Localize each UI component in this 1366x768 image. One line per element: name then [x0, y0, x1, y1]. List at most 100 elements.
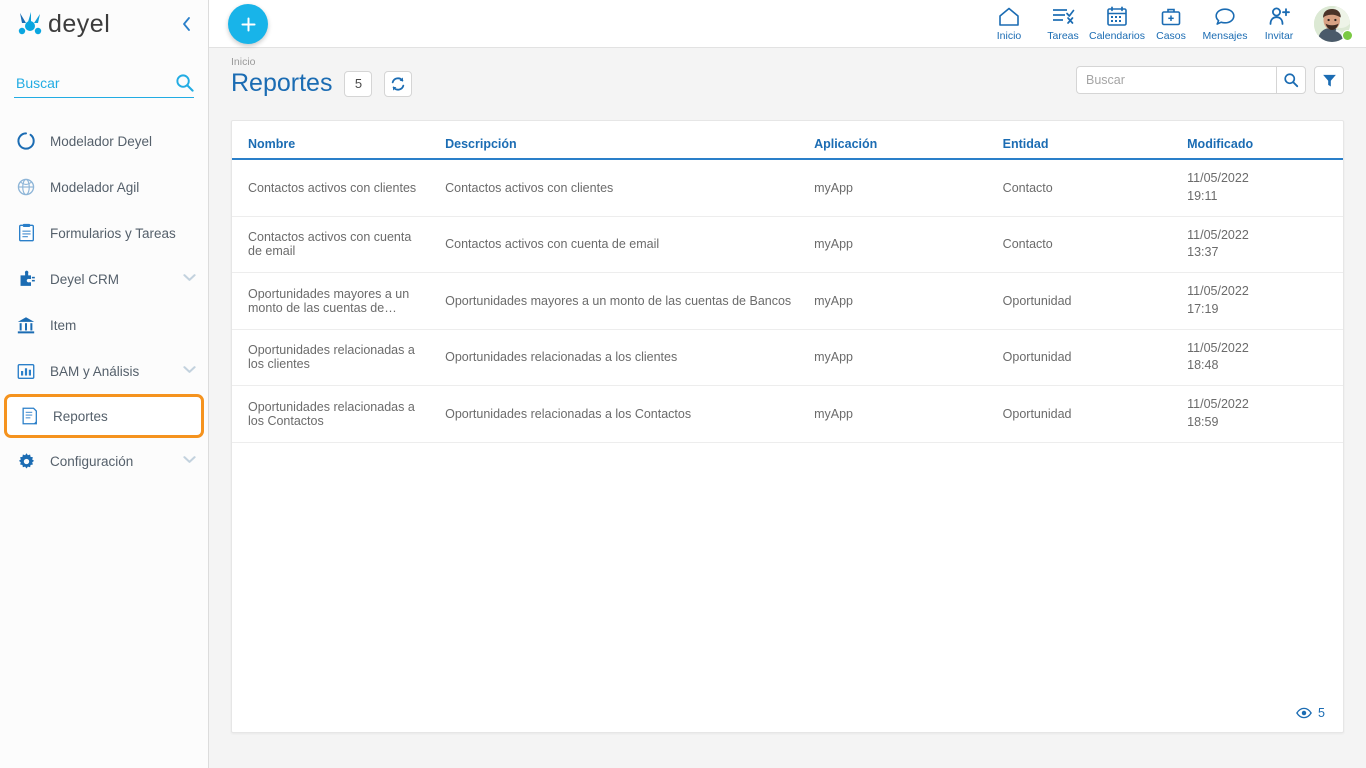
sidebar-item-label: Deyel CRM	[50, 271, 120, 287]
table-header-row: Nombre Descripción Aplicación Entidad Mo…	[232, 121, 1343, 160]
sidebar-header: deyel	[0, 0, 208, 48]
cell-fecha: 11/05/2022	[1187, 171, 1249, 185]
refresh-icon	[392, 77, 405, 91]
status-badge	[1342, 29, 1353, 41]
cell-fecha: 11/05/2022	[1187, 284, 1249, 298]
cell-nombre: Contactos activos con cuenta de email	[232, 216, 436, 273]
visible-records-count: 5	[1318, 706, 1325, 720]
top-action-label: Calendarios	[1088, 29, 1146, 42]
deyel-logo-mark-icon	[18, 12, 42, 35]
refresh-button[interactable]	[384, 70, 413, 97]
sidebar-item-reportes[interactable]: Reportes	[4, 394, 204, 438]
globe-icon	[14, 175, 38, 199]
user-add-icon	[1268, 5, 1291, 29]
search-input[interactable]	[1076, 66, 1276, 94]
cell-entidad: Contacto	[992, 216, 1178, 273]
cell-descripcion: Oportunidades relacionadas a los cliente…	[435, 329, 805, 386]
cell-hora: 13:37	[1187, 245, 1219, 260]
cell-modificado: 11/05/2022 19:11	[1177, 159, 1343, 217]
cell-descripcion: Contactos activos con cuenta de email	[435, 216, 805, 273]
cell-nombre: Contactos activos con clientes	[232, 159, 436, 217]
reports-table-card: Nombre Descripción Aplicación Entidad Mo…	[231, 120, 1344, 733]
cell-modificado: 11/05/2022 18:48	[1177, 329, 1343, 386]
top-action-tareas[interactable]: Tareas	[1036, 5, 1090, 44]
page-header: Inicio Reportes 5	[209, 48, 1366, 114]
cell-hora: 18:48	[1187, 358, 1219, 373]
table-row[interactable]: Contactos activos con cuenta de email Co…	[232, 216, 1343, 273]
reports-table: Nombre Descripción Aplicación Entidad Mo…	[232, 121, 1343, 443]
cell-entidad: Oportunidad	[992, 329, 1178, 386]
top-action-calendarios[interactable]: Calendarios	[1088, 5, 1146, 44]
filter-button[interactable]	[1314, 66, 1344, 94]
table-row[interactable]: Oportunidades mayores a un monto de las …	[232, 272, 1343, 330]
chevron-down-icon[interactable]	[183, 455, 196, 467]
search-icon	[1284, 73, 1299, 88]
column-header-aplicacion[interactable]: Aplicación	[804, 121, 993, 160]
column-header-modificado[interactable]: Modificado	[1177, 121, 1343, 160]
sidebar-item-modelador-agil[interactable]: Modelador Agil	[0, 164, 208, 210]
cell-modificado: 11/05/2022 17:19	[1177, 272, 1343, 330]
table-body: Contactos activos con clientes Contactos…	[232, 159, 1343, 443]
top-action-label: Invitar	[1264, 29, 1294, 42]
sidebar-item-modelador-deyel[interactable]: Modelador Deyel	[0, 118, 208, 164]
create-new-button[interactable]	[228, 4, 268, 44]
column-header-entidad[interactable]: Entidad	[992, 121, 1178, 160]
chevron-down-icon[interactable]	[183, 365, 196, 377]
sidebar-item-label: Configuración	[50, 453, 134, 469]
chevron-down-icon[interactable]	[183, 273, 196, 285]
sidebar-item-formularios-y-tareas[interactable]: Formularios y Tareas	[0, 210, 208, 256]
cell-fecha: 11/05/2022	[1187, 397, 1249, 411]
sidebar-search-input[interactable]	[14, 73, 154, 92]
table-row[interactable]: Oportunidades relacionadas a los Contact…	[232, 385, 1343, 443]
sidebar-item-configuracion[interactable]: Configuración	[0, 438, 208, 484]
calendar-icon	[1106, 5, 1128, 29]
search-group	[1076, 66, 1306, 94]
cell-nombre: Oportunidades relacionadas a los Contact…	[232, 385, 436, 443]
cell-nombre: Oportunidades relacionadas a los cliente…	[232, 329, 436, 386]
cell-modificado: 11/05/2022 13:37	[1177, 216, 1343, 273]
column-header-nombre[interactable]: Nombre	[232, 121, 436, 160]
sidebar-item-deyel-crm[interactable]: Deyel CRM	[0, 256, 208, 302]
top-action-invitar[interactable]: Invitar	[1252, 5, 1306, 44]
search-button[interactable]	[1276, 66, 1306, 94]
search-icon[interactable]	[175, 73, 194, 92]
top-action-label: Casos	[1156, 29, 1186, 42]
main-content: Inicio Tareas Calendarios Casos Mensajes…	[209, 0, 1366, 768]
sidebar-item-bam-y-analisis[interactable]: BAM y Análisis	[0, 348, 208, 394]
top-action-inicio[interactable]: Inicio	[982, 5, 1036, 44]
record-count-badge: 5	[344, 70, 373, 97]
cell-aplicacion: myApp	[804, 329, 993, 386]
bar-chart-icon	[14, 359, 38, 383]
table-header: Nombre Descripción Aplicación Entidad Mo…	[232, 121, 1343, 160]
clipboard-icon	[14, 221, 38, 245]
filter-funnel-icon	[1322, 74, 1336, 86]
column-header-descripcion[interactable]: Descripción	[435, 121, 805, 160]
table-row[interactable]: Oportunidades relacionadas a los cliente…	[232, 329, 1343, 386]
gear-icon	[14, 449, 38, 473]
top-action-label: Tareas	[1047, 29, 1079, 42]
table-row[interactable]: Contactos activos con clientes Contactos…	[232, 159, 1343, 217]
cell-fecha: 11/05/2022	[1187, 340, 1249, 355]
cell-hora: 18:59	[1187, 414, 1219, 429]
cell-aplicacion: myApp	[804, 159, 993, 217]
sidebar-collapse-button[interactable]	[176, 14, 196, 34]
chevron-left-icon	[182, 17, 190, 31]
sidebar-nav: Modelador Deyel Modelador Agil Formulari…	[0, 118, 208, 484]
sidebar-item-label: Formularios y Tareas	[50, 225, 176, 241]
top-bar-actions: Inicio Tareas Calendarios Casos Mensajes…	[982, 4, 1356, 44]
brand-name: deyel	[48, 9, 111, 38]
page-header-tools	[1076, 66, 1344, 94]
cell-aplicacion: myApp	[804, 385, 993, 443]
page-title: Reportes	[231, 69, 333, 97]
sidebar-item-item[interactable]: Item	[0, 302, 208, 348]
cell-hora: 19:11	[1187, 188, 1218, 203]
bank-icon	[14, 313, 38, 337]
top-bar: Inicio Tareas Calendarios Casos Mensajes…	[209, 0, 1366, 48]
top-action-casos[interactable]: Casos	[1144, 5, 1198, 44]
user-avatar-button[interactable]	[1312, 4, 1356, 44]
top-action-mensajes[interactable]: Mensajes	[1198, 5, 1252, 44]
cell-descripcion: Contactos activos con clientes	[435, 159, 805, 217]
sidebar-search[interactable]	[14, 68, 194, 98]
brand-logo[interactable]: deyel	[16, 10, 110, 38]
cell-entidad: Oportunidad	[992, 385, 1178, 443]
